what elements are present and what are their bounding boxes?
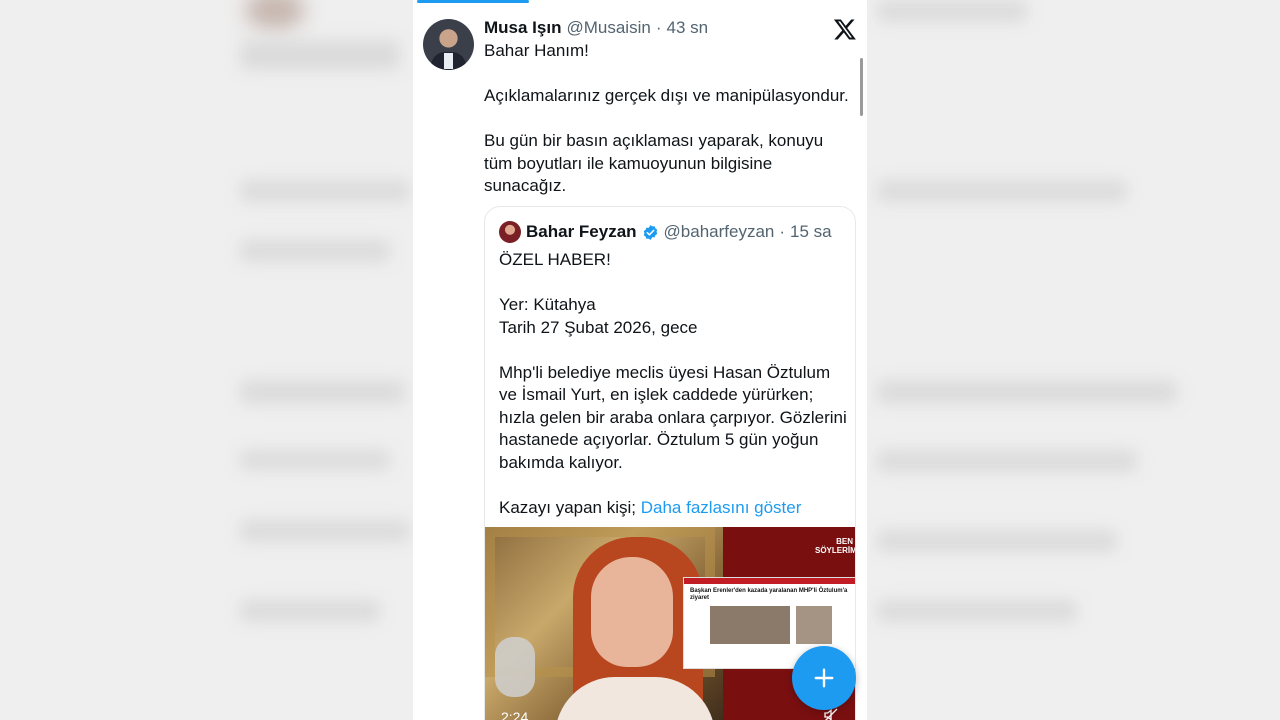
tweet-header: Musa Işın @Musaisin · 43 sn	[484, 17, 708, 39]
author-handle[interactable]: @Musaisin	[566, 18, 650, 38]
quoted-tweet[interactable]: Bahar Feyzan @baharfeyzan · 15 sa ÖZEL H…	[484, 206, 856, 720]
article-headline: Başkan Erenler'den kazada yaralanan MHP'…	[690, 588, 848, 601]
top-progress-bar	[417, 0, 529, 3]
tweet-paragraph: Bahar Hanım!	[484, 41, 589, 60]
quoted-paragraph: Yer: Kütahya Tarih 27 Şubat 2026, gece	[499, 295, 698, 337]
author-avatar[interactable]	[423, 19, 474, 70]
quoted-last-line: Kazayı yapan kişi; Daha fazlasını göster	[499, 497, 849, 520]
quoted-tweet-text: ÖZEL HABER! Yer: Kütahya Tarih 27 Şubat …	[499, 249, 849, 542]
tweet-paragraph: Bu gün bir basın açıklaması yaparak, kon…	[484, 131, 824, 195]
microphone	[495, 637, 535, 697]
tweet-text: Bahar Hanım! Açıklamalarınız gerçek dışı…	[484, 40, 864, 220]
scrollbar[interactable]	[860, 58, 863, 116]
quoted-last-line-text: Kazayı yapan kişi;	[499, 497, 641, 517]
background-right	[867, 0, 1280, 720]
channel-logo: BEN SÖYLERİM!	[815, 537, 856, 555]
separator-dot: ·	[655, 18, 662, 37]
tweet-screen: Musa Işın @Musaisin · 43 sn Bahar Hanım!…	[413, 0, 867, 720]
quoted-paragraph: Mhp'li belediye meclis üyesi Hasan Öztul…	[499, 362, 847, 472]
separator-dot: ·	[779, 222, 786, 241]
video-duration: 2:24	[501, 709, 529, 720]
author-name[interactable]: Musa Işın	[484, 18, 561, 38]
quoted-tweet-header: Bahar Feyzan @baharfeyzan · 15 sa	[499, 221, 832, 243]
quoted-author-handle[interactable]: @baharfeyzan	[664, 222, 775, 242]
show-more-link[interactable]: Daha fazlasını göster	[641, 498, 802, 517]
background-left	[0, 0, 413, 720]
quoted-tweet-time[interactable]: 15 sa	[790, 222, 832, 242]
quoted-author-avatar[interactable]	[499, 221, 521, 243]
quoted-paragraph: ÖZEL HABER!	[499, 250, 611, 269]
x-logo-icon[interactable]	[833, 17, 857, 41]
plus-icon	[814, 668, 834, 688]
quoted-author-name[interactable]: Bahar Feyzan	[526, 222, 637, 242]
tweet-time[interactable]: 43 sn	[666, 18, 708, 38]
verified-badge-icon	[643, 224, 657, 240]
tweet-paragraph: Açıklamalarınız gerçek dışı ve manipülas…	[484, 86, 849, 105]
presenter-face	[591, 557, 673, 667]
compose-button[interactable]	[792, 646, 856, 710]
